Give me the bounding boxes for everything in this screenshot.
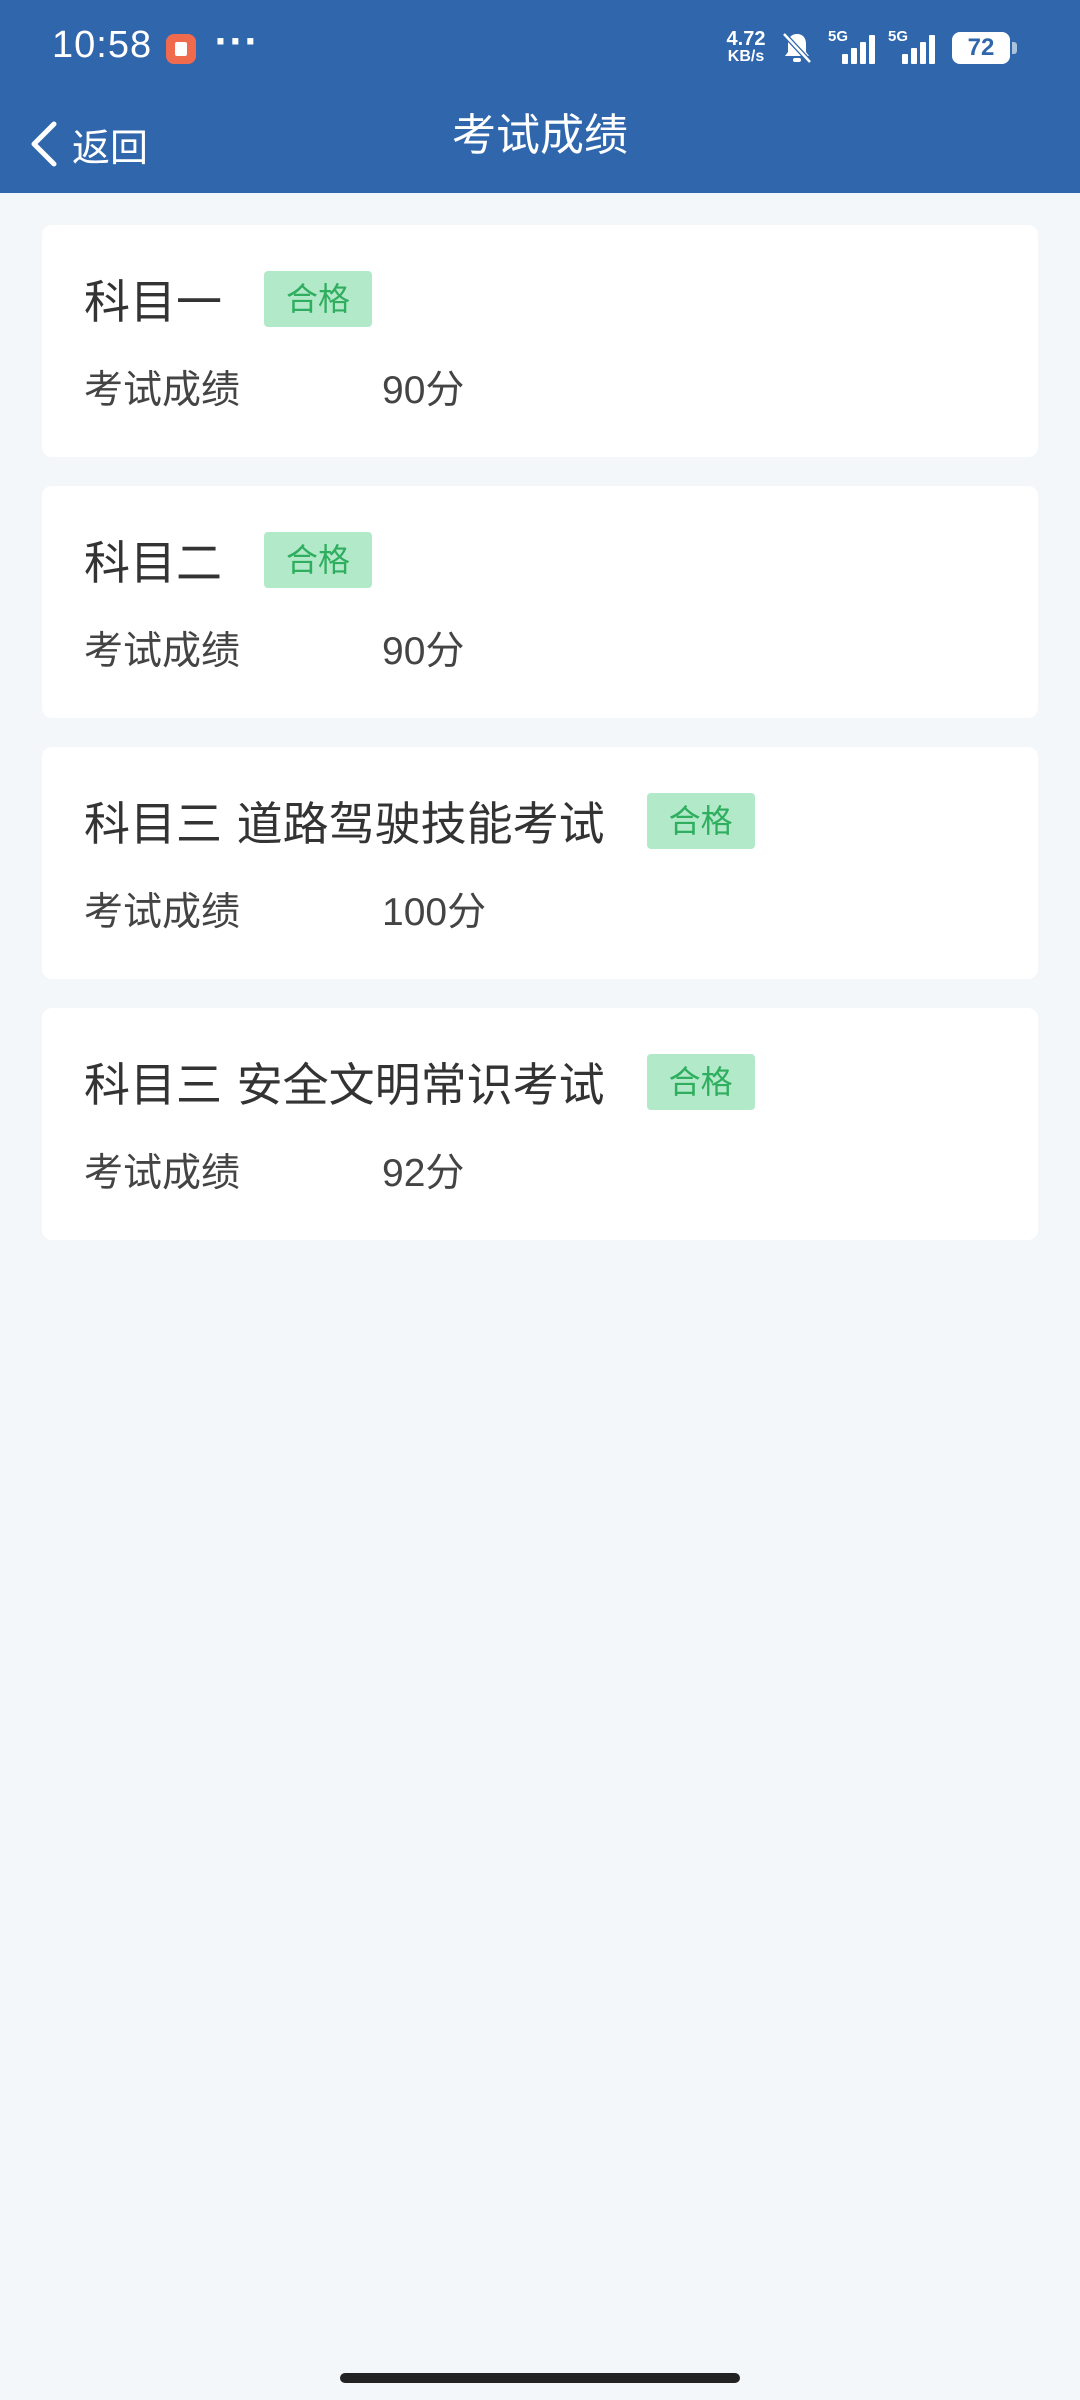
exam-results-list: 科目一 合格 考试成绩 90分 科目二 合格 考试成绩 90分 科目三 道路驾驶… — [42, 225, 1038, 1269]
cellular-signal-icon: 5G — [888, 28, 940, 66]
score-value: 90分 — [382, 630, 465, 673]
score-value: 92分 — [382, 1152, 465, 1195]
status-badge: 合格 — [646, 1054, 755, 1110]
nav-bar: 返回 考试成绩 — [0, 98, 1080, 193]
score-value: 90分 — [382, 369, 465, 412]
battery-tip — [1012, 42, 1017, 54]
status-badge: 合格 — [646, 793, 755, 849]
subject-title: 科目三 安全文明常识考试 — [84, 1058, 605, 1112]
result-card: 科目三 安全文明常识考试 合格 考试成绩 92分 — [42, 1008, 1038, 1240]
app-header: 10:58 ··· 4.72 KB/s 5G 5G 72 返回 考试成绩 — [0, 0, 1080, 193]
score-label: 考试成绩 — [84, 1151, 241, 1196]
status-bar: 10:58 ··· 4.72 KB/s 5G 5G 72 — [0, 0, 1080, 98]
result-card: 科目二 合格 考试成绩 90分 — [42, 486, 1038, 718]
network-speed-value: 4.72 — [726, 28, 766, 50]
result-card: 科目三 道路驾驶技能考试 合格 考试成绩 100分 — [42, 747, 1038, 979]
app-notification-icon — [166, 34, 196, 64]
subject-title: 科目一 — [84, 275, 222, 329]
result-card: 科目一 合格 考试成绩 90分 — [42, 225, 1038, 457]
subject-title: 科目二 — [84, 536, 222, 590]
status-badge: 合格 — [264, 532, 373, 588]
score-label: 考试成绩 — [84, 629, 241, 674]
network-speed-unit: KB/s — [727, 48, 765, 65]
back-label: 返回 — [72, 125, 149, 170]
subject-title: 科目三 道路驾驶技能考试 — [84, 797, 605, 851]
cellular-signal-icon: 5G — [828, 28, 880, 66]
more-notifications-icon: ··· — [214, 22, 259, 62]
bell-muted-icon — [782, 32, 812, 64]
score-label: 考试成绩 — [84, 890, 241, 935]
chevron-left-icon — [31, 121, 57, 167]
battery-icon: 72 — [952, 32, 1010, 64]
score-value: 100分 — [382, 891, 487, 934]
home-indicator[interactable] — [340, 2373, 740, 2383]
status-badge: 合格 — [264, 271, 373, 327]
score-label: 考试成绩 — [84, 368, 241, 413]
status-time: 10:58 — [52, 24, 153, 66]
back-button[interactable]: 返回 — [26, 106, 166, 182]
network-speed: 4.72 KB/s — [720, 28, 772, 66]
